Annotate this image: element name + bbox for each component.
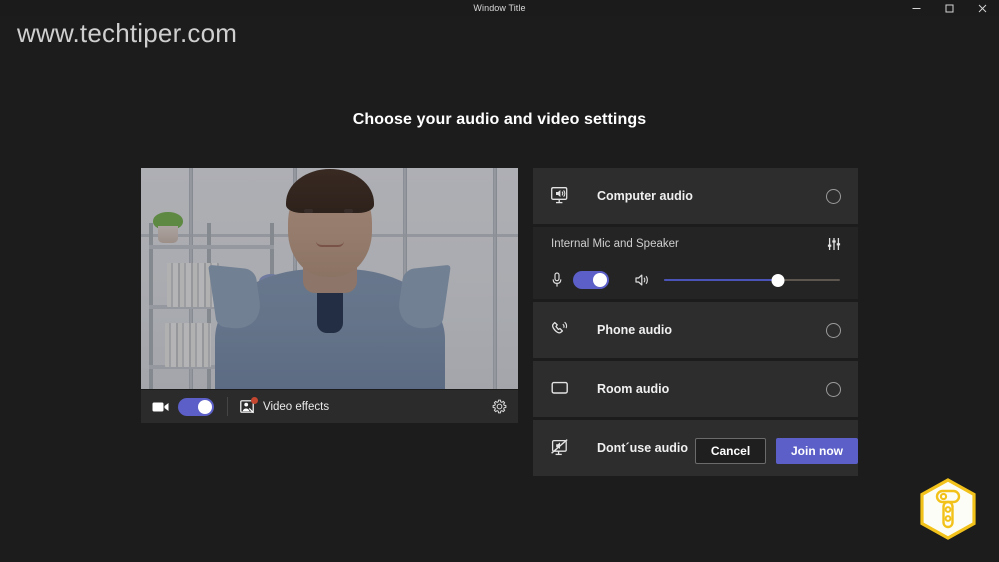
audio-device-row[interactable]: Internal Mic and Speaker bbox=[533, 227, 858, 261]
techtiper-logo bbox=[919, 478, 977, 540]
sliders-icon[interactable] bbox=[827, 237, 841, 251]
video-effects-icon bbox=[240, 397, 258, 414]
audio-option-label: Phone audio bbox=[597, 323, 672, 337]
video-effects-label: Video effects bbox=[263, 400, 330, 413]
audio-option-radio[interactable] bbox=[826, 381, 841, 397]
audio-option-phone-audio[interactable]: Phone audio bbox=[533, 302, 858, 358]
audio-option-radio[interactable] bbox=[826, 188, 841, 204]
site-watermark: www.techtiper.com bbox=[17, 18, 238, 48]
window-controls bbox=[900, 0, 999, 16]
camera-preview bbox=[141, 168, 518, 389]
audio-device-block: Internal Mic and Speaker bbox=[533, 227, 858, 299]
video-preview-card: Video effects bbox=[141, 168, 518, 423]
audio-option-room-audio[interactable]: Room audio bbox=[533, 361, 858, 417]
dialog-actions: Cancel Join now bbox=[533, 438, 858, 464]
camera-icon bbox=[152, 401, 169, 413]
monitor-icon bbox=[551, 380, 575, 398]
maximize-button[interactable] bbox=[933, 0, 966, 16]
speaker-icon bbox=[635, 273, 650, 287]
volume-slider-thumb[interactable] bbox=[771, 273, 785, 287]
settings-stage: Video effects Computer audio Internal Mi… bbox=[141, 168, 858, 476]
audio-options-panel: Computer audio Internal Mic and Speaker bbox=[533, 168, 858, 476]
audio-option-label: Computer audio bbox=[597, 189, 693, 203]
audio-option-radio[interactable] bbox=[826, 322, 841, 338]
window-title: Window Title bbox=[473, 3, 526, 13]
gear-icon[interactable] bbox=[492, 399, 507, 414]
video-effects-badge bbox=[251, 397, 258, 404]
preview-overlay bbox=[141, 168, 518, 389]
phone-ring-icon bbox=[551, 321, 575, 339]
audio-option-computer-audio[interactable]: Computer audio bbox=[533, 168, 858, 224]
toolbar-divider bbox=[227, 397, 228, 416]
cancel-button[interactable]: Cancel bbox=[695, 438, 766, 464]
camera-toggle[interactable] bbox=[178, 397, 214, 416]
audio-option-label: Room audio bbox=[597, 382, 670, 396]
video-effects-button[interactable]: Video effects bbox=[240, 397, 330, 414]
close-button[interactable] bbox=[966, 0, 999, 16]
volume-slider[interactable] bbox=[664, 273, 840, 287]
window-titlebar: Window Title bbox=[0, 0, 999, 16]
microphone-toggle[interactable] bbox=[573, 271, 609, 289]
video-toolbar: Video effects bbox=[141, 390, 518, 423]
join-now-button[interactable]: Join now bbox=[776, 438, 858, 464]
volume-slider-fill bbox=[664, 279, 779, 281]
page-title: Choose your audio and video settings bbox=[352, 111, 647, 128]
audio-device-name: Internal Mic and Speaker bbox=[551, 238, 679, 250]
microphone-icon bbox=[551, 272, 563, 288]
audio-level-row bbox=[533, 261, 858, 299]
minimize-button[interactable] bbox=[900, 0, 933, 16]
computer-speaker-icon bbox=[551, 187, 575, 205]
